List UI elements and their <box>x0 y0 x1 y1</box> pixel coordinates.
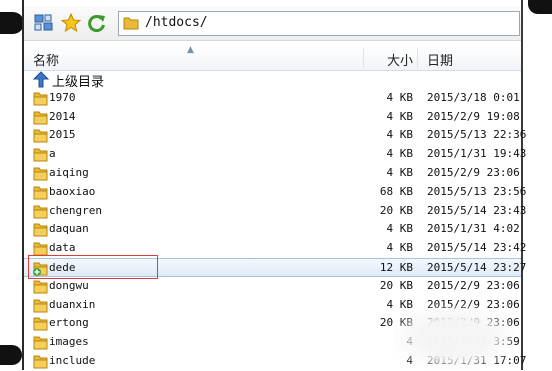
address-bar[interactable]: /htdocs/ <box>118 11 520 36</box>
file-date: 2015/5/13 22:36 <box>427 128 527 142</box>
file-date: 2015/5/14 23:27 <box>427 261 527 274</box>
folder-icon <box>32 146 50 163</box>
file-size: 4 KB <box>386 222 414 236</box>
file-date: 2015/2/9 19:08 <box>427 109 520 123</box>
file-size: 20 KB <box>379 203 413 217</box>
file-name: dongwu <box>49 278 89 292</box>
file-size: 4 KB <box>386 147 414 161</box>
file-date: 2015/1/31 4:02 <box>427 222 520 236</box>
file-name: images <box>49 335 89 349</box>
file-browser-window: /htdocs/ 名称 ▲ 大小 日期 上级目录 1970 4 KB 2015/3/… <box>24 6 526 370</box>
file-size: 4 KB <box>386 166 414 179</box>
file-name: daquan <box>49 222 89 236</box>
address-path: /htdocs/ <box>145 15 208 30</box>
file-row[interactable]: a 4 KB 2015/1/31 19:43 <box>24 145 526 164</box>
file-name: 2014 <box>49 109 76 123</box>
parent-directory-row[interactable]: 上级目录 <box>24 70 521 89</box>
file-name: duanxin <box>49 297 96 311</box>
highlight-box <box>28 255 158 279</box>
folder-icon <box>32 90 50 107</box>
column-divider[interactable] <box>363 48 364 68</box>
column-divider[interactable] <box>417 48 418 68</box>
file-size: 68 KB <box>379 184 413 198</box>
folder-icon <box>32 165 50 182</box>
file-date: 2015/2/9 23:06 <box>427 166 520 179</box>
folder-icon <box>32 315 50 332</box>
folder-icon <box>32 127 50 144</box>
refresh-icon[interactable] <box>87 13 107 33</box>
folder-icon <box>32 109 50 126</box>
up-arrow-icon <box>32 71 50 88</box>
file-date: 2015/5/13 23:56 <box>427 184 527 198</box>
corner-mark <box>0 12 24 34</box>
file-name: ertong <box>49 316 89 330</box>
file-size: 4 KB <box>386 90 414 104</box>
column-size-header[interactable]: 大小 <box>387 50 413 69</box>
folder-icon <box>32 334 50 351</box>
file-size: 12 KB <box>379 261 413 274</box>
file-row[interactable]: chengren 20 KB 2015/5/14 23:43 <box>24 202 526 221</box>
file-name: aiqing <box>49 166 89 179</box>
folder-icon <box>32 221 50 238</box>
file-name: include <box>49 354 96 367</box>
file-row[interactable]: dongwu 20 KB 2015/2/9 23:06 <box>24 277 521 296</box>
file-name: baoxiao <box>49 184 96 198</box>
column-name-header[interactable]: 名称 <box>33 50 59 69</box>
file-row[interactable]: 2014 4 KB 2015/2/9 19:08 <box>24 108 521 127</box>
file-size: 20 KB <box>379 278 413 292</box>
file-date: 2015/1/31 19:43 <box>427 147 527 161</box>
folder-icon <box>32 297 50 314</box>
corner-mark <box>0 345 22 365</box>
column-date-header[interactable]: 日期 <box>427 50 453 69</box>
favorites-star-icon[interactable] <box>61 13 81 33</box>
folder-icon <box>32 184 50 201</box>
corner-mark <box>528 0 552 14</box>
file-date: 2015/5/14 23:42 <box>427 241 527 255</box>
file-name: 2015 <box>49 128 76 142</box>
folder-icon <box>32 203 50 220</box>
file-size: 4 KB <box>386 109 414 123</box>
file-name: a <box>49 147 56 161</box>
file-size: 4 KB <box>386 128 414 142</box>
sort-ascending-icon: ▲ <box>187 45 194 55</box>
file-row[interactable]: aiqing 4 KB 2015/2/9 23:06 <box>24 164 521 183</box>
file-row[interactable]: daquan 4 KB 2015/1/31 4:02 <box>24 220 521 239</box>
file-name: chengren <box>49 203 102 217</box>
column-header: 名称 ▲ 大小 日期 <box>24 45 521 71</box>
file-date: 2015/5/14 23:43 <box>427 203 527 217</box>
folder-icon <box>32 353 50 370</box>
view-options-icon[interactable] <box>34 13 54 33</box>
toolbar: /htdocs/ <box>24 6 521 41</box>
parent-directory-label: 上级目录 <box>52 74 105 89</box>
file-name: data <box>49 241 76 255</box>
file-date: 2015/3/18 0:01 <box>427 90 520 104</box>
file-row[interactable]: 1970 4 KB 2015/3/18 0:01 <box>24 89 521 108</box>
folder-icon <box>32 278 50 295</box>
file-row[interactable]: 2015 4 KB 2015/5/13 22:36 <box>24 126 526 145</box>
file-size: 4 KB <box>386 241 414 255</box>
file-row[interactable]: baoxiao 68 KB 2015/5/13 23:56 <box>24 183 526 202</box>
file-name: 1970 <box>49 90 76 104</box>
file-date: 2015/2/9 23:06 <box>427 278 520 292</box>
folder-icon <box>123 15 139 31</box>
blurred-region <box>394 306 514 370</box>
